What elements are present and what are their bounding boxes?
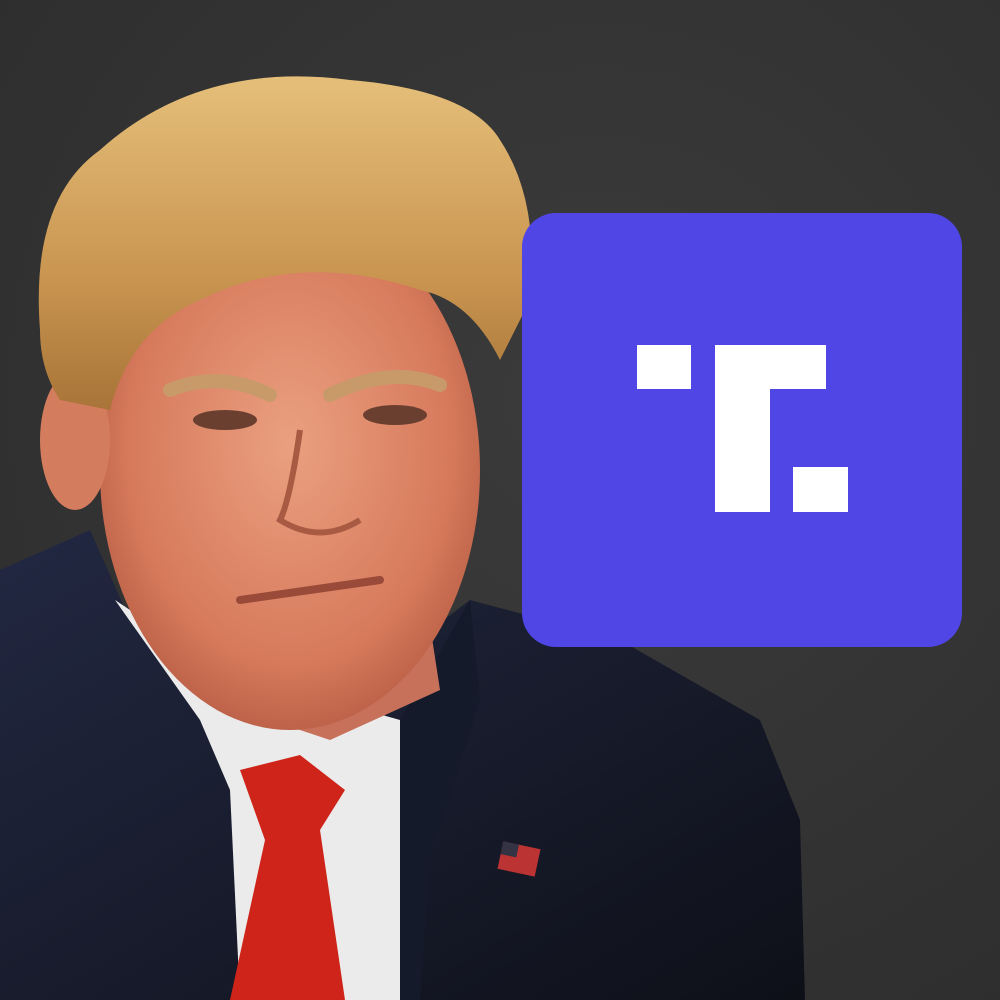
logo-dot [793,467,848,512]
logo-top-left-block [637,345,691,389]
image-canvas [0,0,1000,1000]
eye-right [363,405,427,425]
eye-left [193,410,257,430]
app-logo-tile [522,213,962,647]
logo-stem [715,345,770,512]
t-letter-logo-icon [637,345,848,512]
